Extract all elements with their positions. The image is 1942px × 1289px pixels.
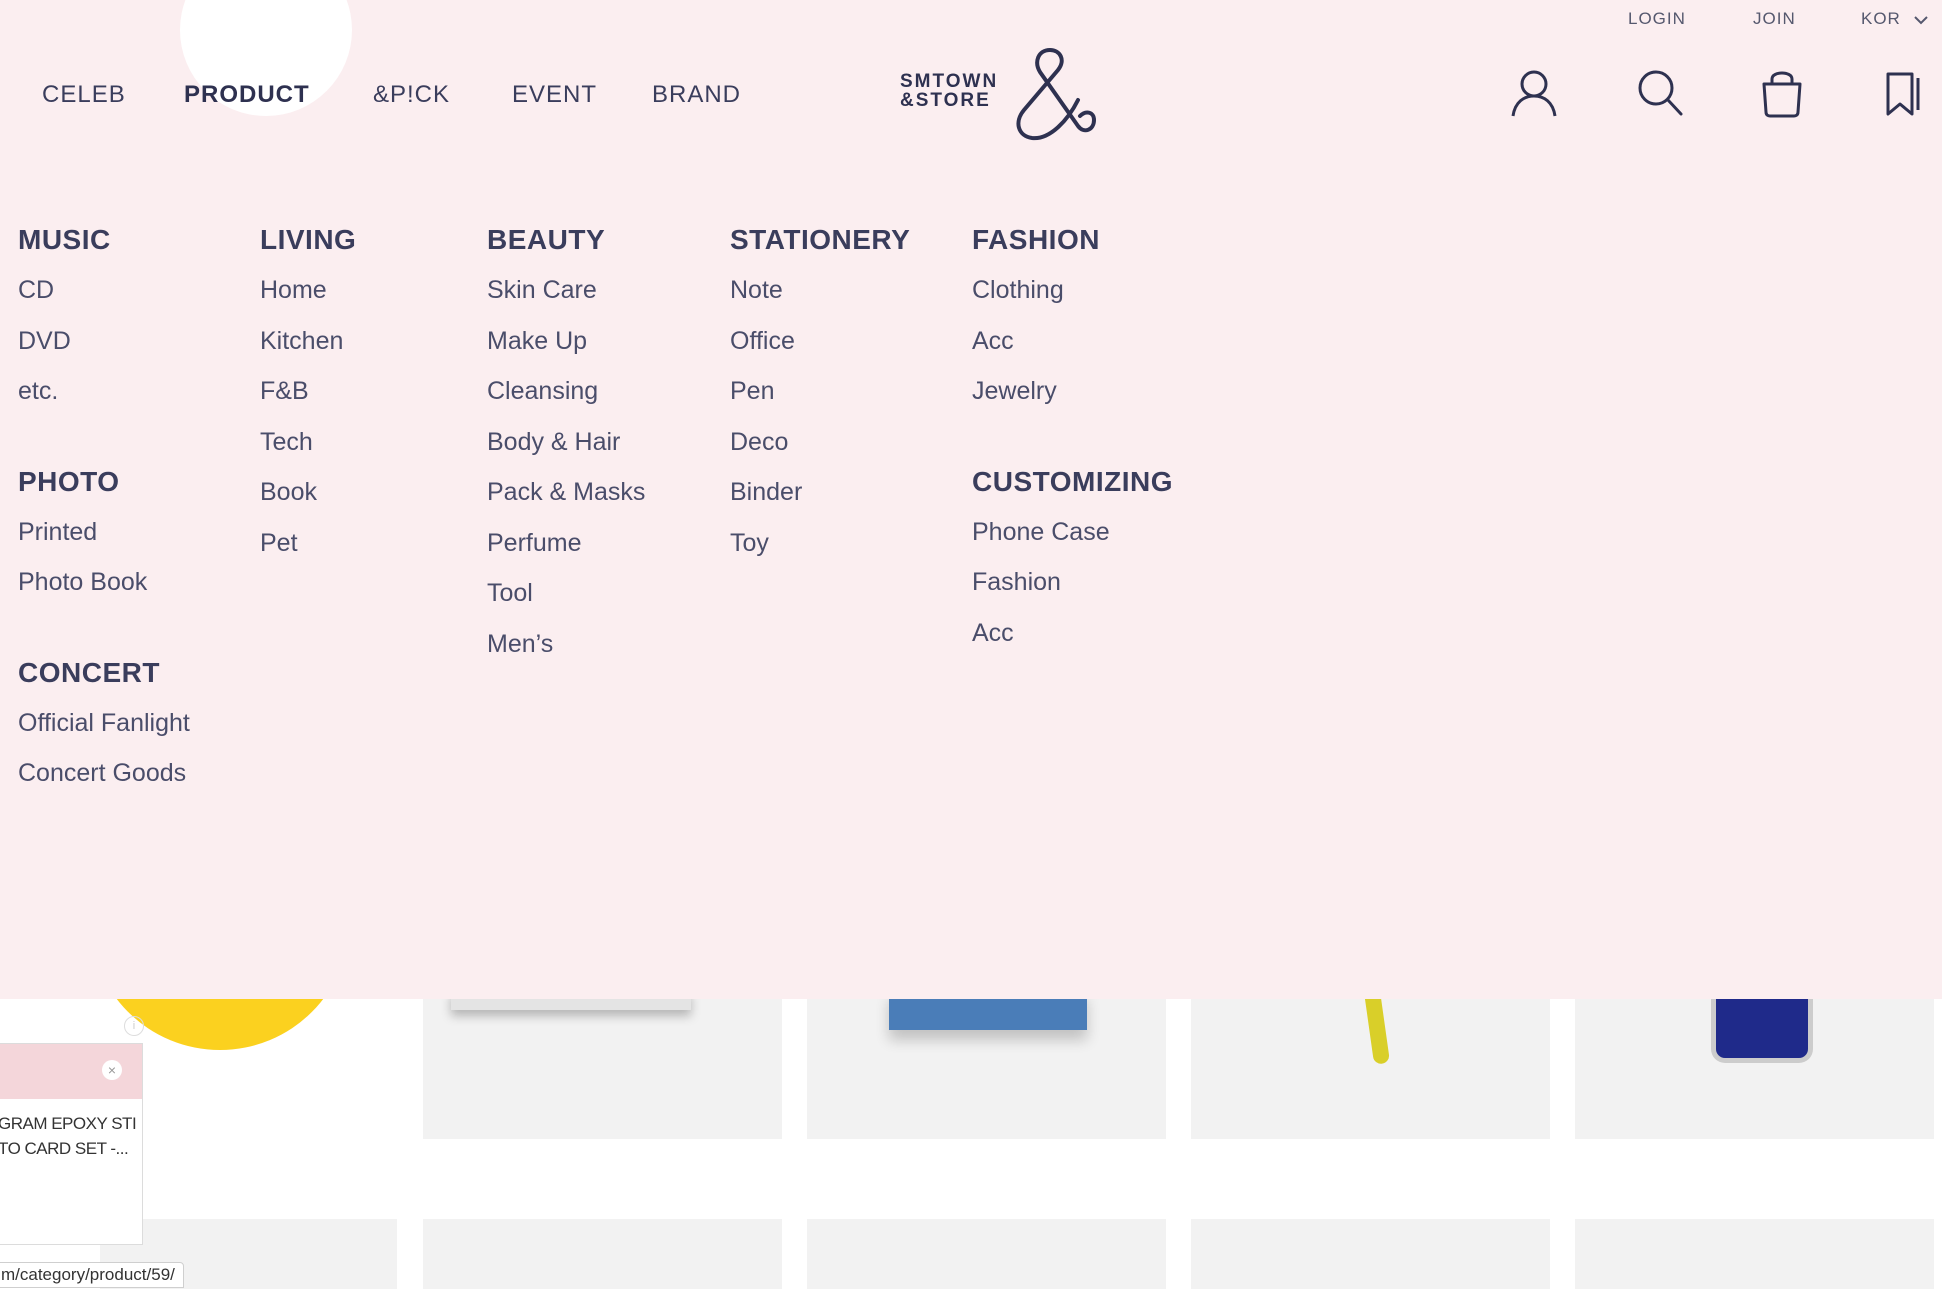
product-image (1711, 990, 1813, 1063)
popup-header: × (0, 1044, 142, 1099)
menu-link-make-up[interactable]: Make Up (487, 323, 645, 374)
user-icon[interactable] (1510, 68, 1558, 123)
menu-link-dvd[interactable]: DVD (18, 323, 190, 374)
menu-link-printed[interactable]: Printed (18, 514, 190, 565)
mega-menu-panel: LOGIN JOIN KOR CELEB PRODUCT &P!CK EVENT… (0, 0, 1942, 999)
nav-product[interactable]: PRODUCT (184, 81, 310, 109)
bookmark-icon[interactable] (1882, 70, 1924, 121)
nav-event[interactable]: EVENT (512, 81, 597, 109)
menu-link-skin-care[interactable]: Skin Care (487, 272, 645, 323)
menu-link-note[interactable]: Note (730, 272, 910, 323)
category-heading-concert[interactable]: CONCERT (18, 655, 190, 705)
menu-link-clothing[interactable]: Clothing (972, 272, 1173, 323)
nav-pick[interactable]: &P!CK (373, 81, 450, 109)
product-tile[interactable] (807, 990, 1166, 1139)
nav-celeb[interactable]: CELEB (42, 81, 126, 109)
menu-link-phone-case[interactable]: Phone Case (972, 514, 1173, 565)
menu-column-living: LIVING Home Kitchen F&B Tech Book Pet (260, 222, 356, 575)
menu-link-toy[interactable]: Toy (730, 525, 910, 576)
info-icon[interactable]: i (124, 1016, 144, 1036)
menu-link-concert-goods[interactable]: Concert Goods (18, 755, 190, 806)
search-icon[interactable] (1636, 68, 1684, 123)
ampersand-logo-mark (1016, 48, 1097, 141)
menu-link-fashion-acc[interactable]: Acc (972, 323, 1173, 374)
category-heading-fashion[interactable]: FASHION (972, 222, 1173, 272)
language-selector[interactable]: KOR (1861, 9, 1929, 29)
menu-link-fnb[interactable]: F&B (260, 373, 356, 424)
product-image (1363, 989, 1391, 1065)
menu-link-cleansing[interactable]: Cleansing (487, 373, 645, 424)
category-heading-customizing[interactable]: CUSTOMIZING (972, 464, 1173, 514)
menu-link-binder[interactable]: Binder (730, 474, 910, 525)
menu-link-body-hair[interactable]: Body & Hair (487, 424, 645, 475)
product-tile[interactable] (423, 990, 782, 1139)
menu-link-pen[interactable]: Pen (730, 373, 910, 424)
menu-link-deco[interactable]: Deco (730, 424, 910, 475)
chevron-down-icon (1913, 15, 1928, 24)
menu-link-cd[interactable]: CD (18, 272, 190, 323)
nav-brand[interactable]: BRAND (652, 81, 741, 109)
product-tile[interactable] (807, 1219, 1166, 1289)
popup-line-1: GRAM EPOXY STI (0, 1114, 137, 1133)
menu-column-stationery: STATIONERY Note Office Pen Deco Binder T… (730, 222, 910, 575)
menu-link-mens[interactable]: Men’s (487, 626, 645, 677)
menu-link-customizing-fashion[interactable]: Fashion (972, 564, 1173, 615)
language-label: KOR (1861, 9, 1901, 28)
menu-link-book[interactable]: Book (260, 474, 356, 525)
logo-line-2: &STORE (900, 90, 991, 111)
product-tile[interactable] (1191, 1219, 1550, 1289)
product-tile[interactable] (1575, 990, 1934, 1139)
menu-link-etc[interactable]: etc. (18, 373, 190, 424)
category-heading-beauty[interactable]: BEAUTY (487, 222, 645, 272)
menu-link-perfume[interactable]: Perfume (487, 525, 645, 576)
product-tile[interactable] (1191, 989, 1550, 1139)
close-icon[interactable]: × (102, 1060, 122, 1080)
category-heading-photo[interactable]: PHOTO (18, 464, 190, 514)
menu-link-office[interactable]: Office (730, 323, 910, 374)
popup-product-name[interactable]: GRAM EPOXY STI TO CARD SET -... (0, 1099, 142, 1161)
category-heading-music[interactable]: MUSIC (18, 222, 190, 272)
category-heading-stationery[interactable]: STATIONERY (730, 222, 910, 272)
menu-link-pack-masks[interactable]: Pack & Masks (487, 474, 645, 525)
menu-link-kitchen[interactable]: Kitchen (260, 323, 356, 374)
category-heading-living[interactable]: LIVING (260, 222, 356, 272)
menu-link-tool[interactable]: Tool (487, 575, 645, 626)
menu-link-jewelry[interactable]: Jewelry (972, 373, 1173, 424)
menu-link-photo-book[interactable]: Photo Book (18, 564, 190, 615)
join-link[interactable]: JOIN (1753, 9, 1796, 29)
menu-link-customizing-acc[interactable]: Acc (972, 615, 1173, 666)
product-tile[interactable] (1575, 1219, 1934, 1289)
menu-link-official-fanlight[interactable]: Official Fanlight (18, 705, 190, 756)
menu-link-tech[interactable]: Tech (260, 424, 356, 475)
menu-column-beauty: BEAUTY Skin Care Make Up Cleansing Body … (487, 222, 645, 676)
popup-line-2: TO CARD SET -... (0, 1139, 129, 1158)
menu-link-home[interactable]: Home (260, 272, 356, 323)
recent-product-popup[interactable]: × GRAM EPOXY STI TO CARD SET -... (0, 1043, 143, 1245)
menu-column-fashion-customizing: FASHION Clothing Acc Jewelry CUSTOMIZING… (972, 222, 1173, 665)
shopping-bag-icon[interactable] (1760, 68, 1804, 123)
product-tile[interactable] (423, 1219, 782, 1289)
status-bar-url: m/category/product/59/ (0, 1262, 184, 1288)
login-link[interactable]: LOGIN (1628, 9, 1686, 29)
menu-column-music-photo-concert: MUSIC CD DVD etc. PHOTO Printed Photo Bo… (18, 222, 190, 806)
menu-link-pet[interactable]: Pet (260, 525, 356, 576)
